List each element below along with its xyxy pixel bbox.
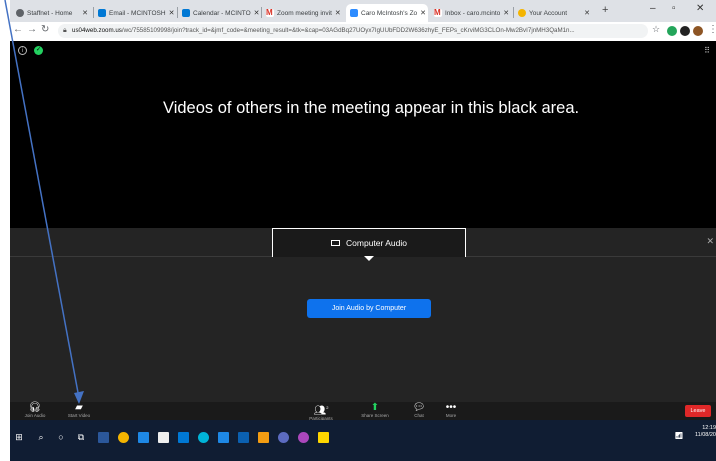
windows-taskbar: ⊞ ⌕ ○ ⧉ 📶︎ 12:19 11/08/20 — [10, 420, 716, 461]
app-icon[interactable] — [258, 432, 269, 443]
button-label: Start Video — [67, 413, 91, 418]
annotation-text: Videos of others in the meeting appear i… — [163, 99, 580, 117]
back-arrow-icon[interactable]: ← — [13, 24, 23, 35]
browser-tab-zoom-meeting[interactable]: Caro McIntosh's Zo ✕ — [346, 4, 428, 22]
tab-label: Zoom meeting invit — [277, 9, 332, 17]
close-icon[interactable]: ✕ — [254, 9, 260, 17]
join-audio-button[interactable]: 🎧︎ Join Audio — [10, 402, 60, 420]
browser-tab-calendar[interactable]: Calendar - MCINTO ✕ — [178, 4, 260, 22]
tab-label: Email - MCINTOSH — [109, 9, 166, 17]
menu-dots-icon[interactable]: ⋮ — [708, 24, 716, 35]
shield-icon[interactable]: ✓ — [34, 46, 43, 55]
tab-label: Staffnet - Home — [27, 9, 73, 17]
meeting-toolbar: 🎧︎ Join Audio ▰ Start Video 👥︎2 Particip… — [10, 402, 716, 421]
zoom-meeting-area: i ✓ ⠿ Videos of others in the meeting ap… — [10, 41, 716, 421]
minimize-icon[interactable]: – — [650, 3, 656, 14]
gallery-view-icon[interactable]: ⠿ — [704, 46, 710, 55]
sticky-notes-icon[interactable] — [318, 432, 329, 443]
tab-label: Calendar - MCINTO — [193, 9, 251, 17]
share-screen-icon: ⬆ — [370, 402, 380, 413]
url-path: /wc/75585109998/join?track_id=&jmf_code=… — [121, 27, 575, 34]
search-icon[interactable]: ⌕ — [36, 432, 46, 442]
close-icon[interactable]: ✕ — [706, 236, 714, 247]
browser-tab-staffnet[interactable]: Staffnet - Home ✕ — [12, 4, 92, 22]
start-video-button[interactable]: ▰ Start Video — [54, 402, 104, 420]
app-icon[interactable] — [238, 432, 249, 443]
app-icon[interactable] — [298, 432, 309, 443]
lock-icon: 🔒︎ — [63, 27, 67, 34]
participants-count: 2 — [326, 405, 329, 410]
close-icon[interactable]: ✕ — [169, 9, 175, 17]
close-icon[interactable]: ✕ — [584, 9, 590, 17]
task-view-icon[interactable]: ⧉ — [76, 432, 86, 442]
forward-arrow-icon[interactable]: → — [27, 24, 37, 35]
taskbar-clock[interactable]: 12:19 11/08/20 — [695, 425, 716, 439]
button-label: Share Screen — [361, 413, 389, 418]
tab-label: Computer Audio — [346, 238, 407, 248]
video-gallery: i ✓ ⠿ Videos of others in the meeting ap… — [10, 41, 716, 228]
clock-date: 11/08/20 — [694, 432, 716, 438]
extension-icon[interactable] — [667, 26, 677, 36]
app-icon[interactable] — [198, 432, 209, 443]
close-icon[interactable]: ✕ — [420, 9, 426, 17]
participants-icon: 👥︎2 — [313, 405, 329, 417]
browser-toolbar: ← → ↻ 🔒︎ us04web.zoom.us/wc/75585109998/… — [10, 22, 716, 42]
profile-avatar[interactable] — [693, 26, 703, 36]
browser-tab-strip: Staffnet - Home ✕ Email - MCINTOSH ✕ Cal… — [10, 0, 716, 22]
store-icon[interactable] — [158, 432, 169, 443]
reload-icon[interactable]: ↻ — [41, 24, 49, 35]
zoom-icon — [350, 9, 358, 17]
browser-tab-inbox[interactable]: M Inbox - caro.mcinto ✕ — [430, 4, 512, 22]
more-button[interactable]: ••• More — [426, 402, 476, 420]
word-icon[interactable] — [98, 432, 109, 443]
gmail-icon: M — [434, 8, 442, 17]
chrome-icon[interactable] — [118, 432, 129, 443]
tab-label: Caro McIntosh's Zo — [361, 9, 418, 17]
outlook-icon[interactable] — [218, 432, 229, 443]
close-icon[interactable]: ✕ — [503, 9, 509, 17]
network-icon[interactable]: 📶︎ — [674, 432, 684, 442]
account-icon — [518, 9, 526, 17]
cortana-icon[interactable]: ○ — [56, 432, 66, 442]
tab-label: Inbox - caro.mcinto — [445, 9, 501, 17]
mail-icon[interactable] — [178, 432, 189, 443]
screen: Staffnet - Home ✕ Email - MCINTOSH ✕ Cal… — [10, 0, 716, 461]
info-icon[interactable]: i — [18, 46, 27, 55]
globe-icon — [16, 9, 24, 17]
button-label: More — [445, 413, 457, 418]
clock-time: 12:19 — [702, 425, 716, 431]
share-screen-button[interactable]: ⬆ Share Screen — [350, 402, 400, 420]
outlook-icon — [98, 9, 106, 17]
caret-icon — [364, 256, 374, 261]
address-bar[interactable]: 🔒︎ us04web.zoom.us/wc/75585109998/join?t… — [58, 24, 648, 38]
maximize-icon[interactable]: ▫ — [672, 3, 676, 14]
teams-icon[interactable] — [278, 432, 289, 443]
plus-icon[interactable]: + — [602, 4, 608, 16]
close-icon[interactable]: ✕ — [82, 9, 88, 17]
join-audio-by-computer-button[interactable]: Join Audio by Computer — [307, 299, 431, 318]
tab-label: Your Account — [529, 9, 568, 17]
audio-panel: Computer Audio ✕ Join Audio by Computer — [10, 228, 716, 402]
url-domain: us04web.zoom.us — [72, 27, 122, 34]
windows-start-icon[interactable]: ⊞ — [14, 432, 24, 442]
browser-tab-email[interactable]: Email - MCINTOSH ✕ — [94, 4, 176, 22]
window-close-icon[interactable]: ✕ — [696, 3, 704, 14]
video-off-icon: ▰ — [75, 402, 83, 413]
extension-icon[interactable] — [680, 26, 690, 36]
button-label: Join Audio — [24, 413, 46, 418]
close-icon[interactable]: ✕ — [335, 9, 341, 17]
file-explorer-icon[interactable] — [138, 432, 149, 443]
computer-icon — [331, 240, 341, 246]
calendar-icon — [182, 9, 190, 17]
browser-tab-account[interactable]: Your Account ✕ — [514, 4, 594, 22]
browser-tab-zoom-invite[interactable]: M Zoom meeting invit ✕ — [262, 4, 344, 22]
more-dots-icon: ••• — [445, 402, 457, 413]
tab-computer-audio[interactable]: Computer Audio — [272, 228, 466, 257]
star-icon[interactable]: ☆ — [652, 24, 660, 35]
participants-button[interactable]: 👥︎2 Participants — [296, 402, 346, 421]
gmail-icon: M — [266, 8, 274, 17]
leave-button[interactable]: Leave — [685, 405, 711, 417]
headphones-icon: 🎧︎ — [28, 402, 42, 413]
